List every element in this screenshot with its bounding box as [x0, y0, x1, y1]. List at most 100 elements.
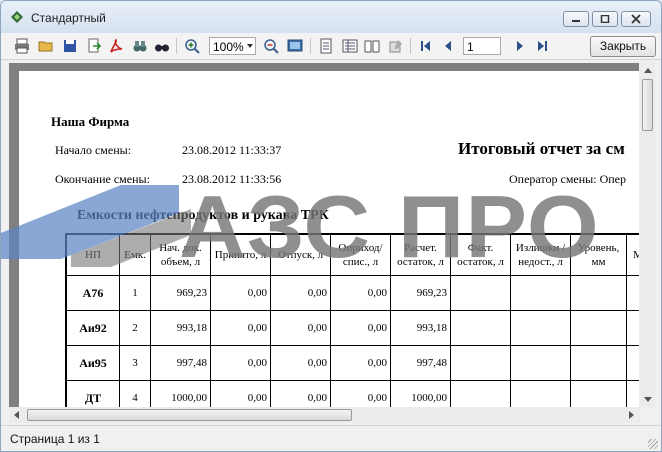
table-row: Аи92 2 993,18 0,00 0,00 0,00 993,18 — [65, 310, 639, 346]
cell-start-volume: 997,48 — [150, 345, 211, 381]
horizontal-scrollbar[interactable] — [9, 407, 640, 423]
scroll-left-icon[interactable] — [14, 411, 19, 419]
close-icon — [631, 14, 641, 24]
multi-page-button[interactable] — [341, 37, 359, 55]
maximize-icon — [600, 15, 610, 23]
cell-surplus — [510, 275, 571, 311]
status-bar: Страница 1 из 1 — [1, 425, 661, 451]
shift-start-label: Начало смены: — [55, 143, 132, 157]
report-viewer-window: Стандартный 100% 1 Закрыть Наша Фирма На… — [0, 0, 662, 452]
cell-level — [570, 380, 627, 407]
cell-calc-balance: 1000,00 — [390, 380, 451, 407]
zoom-in-button[interactable] — [183, 37, 201, 55]
cell-received: 0,00 — [210, 345, 271, 381]
cell-calc-balance: 997,48 — [390, 345, 451, 381]
resize-grip-icon[interactable] — [648, 439, 658, 449]
watermark-text: АЗС ПРО — [179, 177, 600, 276]
cell-fact-balance — [450, 310, 511, 346]
cell-extra — [626, 275, 639, 311]
prev-page-button[interactable] — [439, 37, 457, 55]
vertical-scrollbar[interactable] — [640, 63, 655, 407]
export-icon — [88, 38, 102, 53]
search-icon — [155, 44, 169, 52]
cell-level — [570, 345, 627, 381]
open-button[interactable] — [37, 37, 55, 55]
folder-icon — [38, 41, 53, 52]
horizontal-scroll-thumb[interactable] — [27, 409, 352, 421]
edit-button[interactable] — [387, 37, 405, 55]
cell-extra — [626, 345, 639, 381]
find-button[interactable] — [153, 37, 171, 55]
page-number-input[interactable]: 1 — [463, 37, 501, 55]
toolbar-separator — [310, 38, 311, 54]
report-title: Итоговый отчет за см — [458, 139, 625, 158]
export-button[interactable] — [85, 37, 103, 55]
monitor-icon — [287, 39, 303, 52]
printer-icon — [15, 38, 29, 54]
scroll-down-icon[interactable] — [644, 397, 652, 402]
save-button[interactable] — [61, 37, 79, 55]
table-row: А76 1 969,23 0,00 0,00 0,00 969,23 — [65, 275, 639, 311]
floppy-icon — [64, 40, 76, 52]
cell-tank: 2 — [119, 310, 151, 346]
title-bar[interactable]: Стандартный — [1, 1, 661, 33]
column-header: М — [626, 233, 639, 276]
pdf-button[interactable] — [107, 37, 125, 55]
vertical-scroll-thumb[interactable] — [642, 79, 653, 131]
maximize-button[interactable] — [592, 11, 618, 27]
cell-calc-balance: 993,18 — [390, 310, 451, 346]
page-icon — [320, 38, 332, 54]
pdf-icon — [110, 38, 123, 53]
edit-icon — [389, 40, 402, 53]
zoom-out-icon — [264, 39, 279, 54]
cell-issued: 0,00 — [270, 310, 331, 346]
scroll-right-icon[interactable] — [629, 411, 634, 419]
last-page-icon — [538, 41, 547, 51]
chevron-left-icon — [445, 41, 451, 51]
print-button[interactable] — [13, 37, 31, 55]
last-page-button[interactable] — [533, 37, 551, 55]
cell-product: Аи92 — [65, 310, 120, 346]
zoom-value: 100% — [213, 40, 244, 54]
cell-tank: 3 — [119, 345, 151, 381]
cell-product: Аи95 — [65, 345, 120, 381]
shift-start-value: 23.08.2012 11:33:37 — [182, 143, 282, 157]
next-page-button[interactable] — [511, 37, 529, 55]
cell-surplus — [510, 345, 571, 381]
cell-fact-balance — [450, 345, 511, 381]
column-header: Емк. — [119, 233, 151, 276]
table-row: ДТ 4 1000,00 0,00 0,00 0,00 1000,00 — [65, 380, 639, 407]
email-button[interactable] — [131, 37, 149, 55]
cell-fact-balance — [450, 380, 511, 407]
table-row: Аи95 3 997,48 0,00 0,00 0,00 997,48 — [65, 345, 639, 381]
shift-end-label: Окончание смены: — [55, 172, 150, 186]
book-view-button[interactable] — [363, 37, 381, 55]
scroll-up-icon[interactable] — [644, 68, 652, 73]
single-page-button[interactable] — [317, 37, 335, 55]
first-page-icon — [421, 41, 430, 51]
cell-received: 0,00 — [210, 380, 271, 407]
cell-received: 0,00 — [210, 310, 271, 346]
minimize-icon — [572, 20, 580, 22]
close-report-button[interactable]: Закрыть — [590, 36, 656, 57]
close-window-button[interactable] — [621, 11, 651, 27]
fit-page-button[interactable] — [286, 37, 304, 55]
cell-product: ДТ — [65, 380, 120, 407]
chevron-right-icon — [517, 41, 523, 51]
cell-calc-balance: 969,23 — [390, 275, 451, 311]
cell-issued: 0,00 — [270, 380, 331, 407]
cell-issued: 0,00 — [270, 345, 331, 381]
binoculars-icon — [133, 41, 147, 52]
cell-posted: 0,00 — [330, 380, 391, 407]
toolbar-separator — [176, 38, 177, 54]
page-status: Страница 1 из 1 — [10, 432, 100, 446]
cell-tank: 1 — [119, 275, 151, 311]
zoom-out-button[interactable] — [262, 37, 280, 55]
zoom-select[interactable]: 100% — [209, 37, 256, 55]
minimize-button[interactable] — [563, 11, 589, 27]
first-page-button[interactable] — [417, 37, 435, 55]
cell-surplus — [510, 310, 571, 346]
cell-tank: 4 — [119, 380, 151, 407]
zoom-in-icon — [185, 39, 200, 54]
cell-extra — [626, 310, 639, 346]
